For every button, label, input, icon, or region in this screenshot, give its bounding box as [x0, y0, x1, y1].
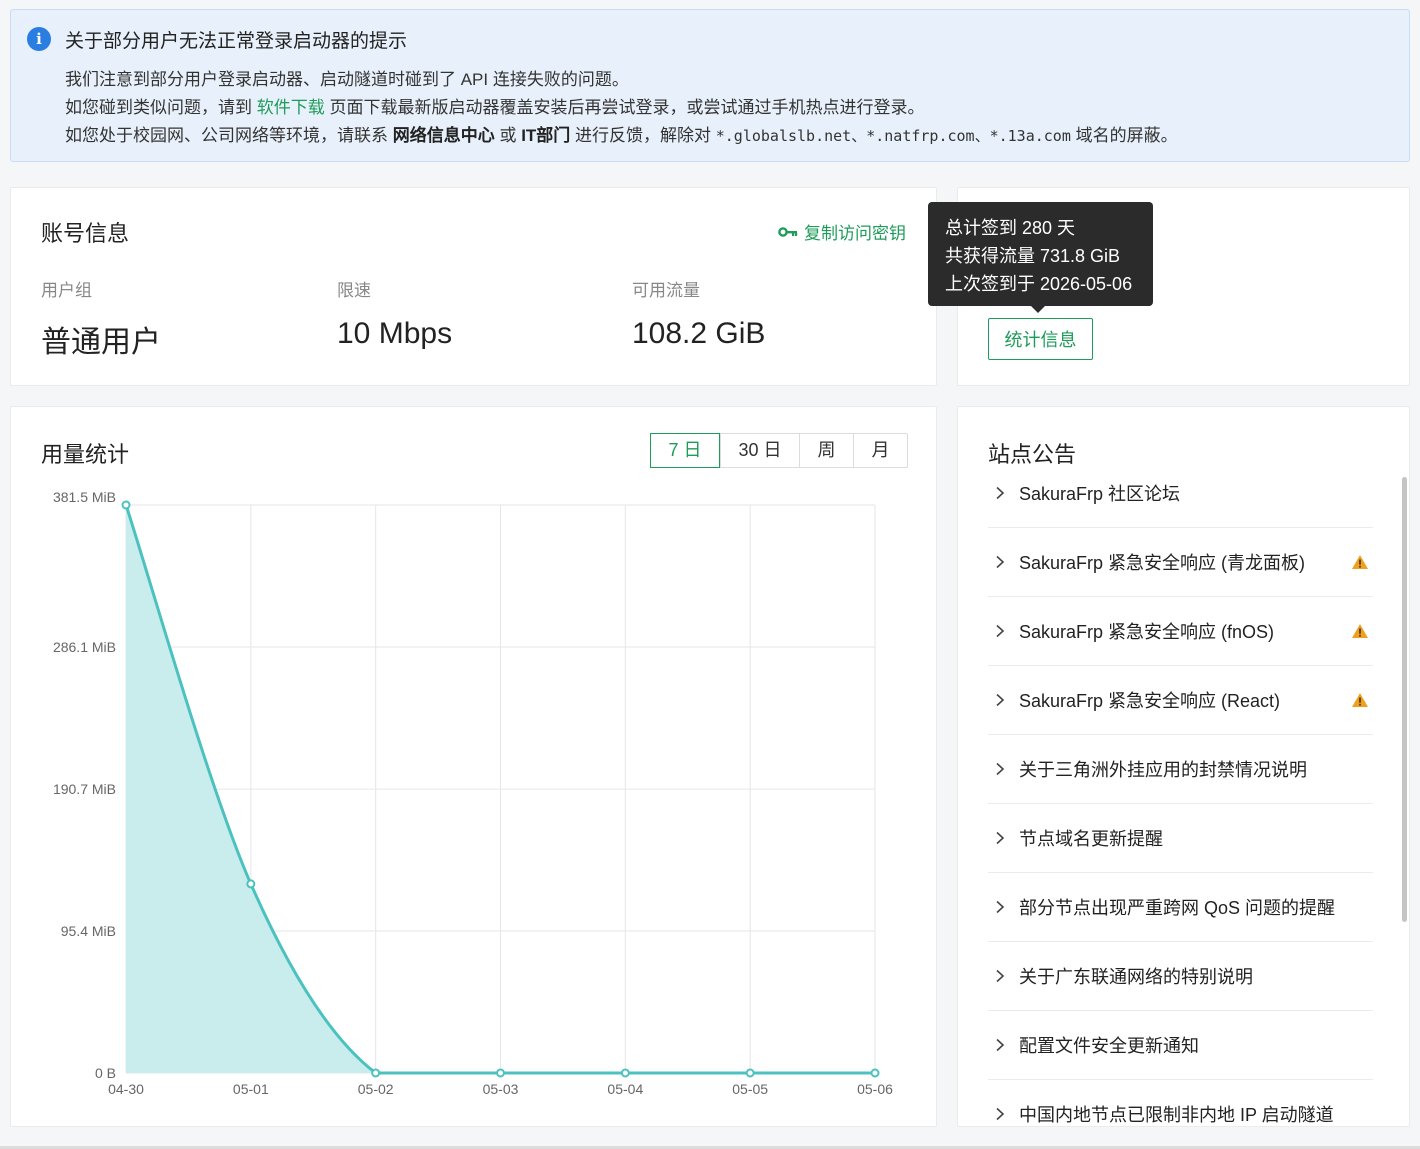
software-download-link[interactable]: 软件下载 [257, 98, 325, 117]
announcement-title: SakuraFrp 社区论坛 [1019, 484, 1181, 504]
x-tick-label: 05-01 [233, 1081, 269, 1097]
usage-stats-card: 用量统计 7 日 30 日 周 月 381.5 MiB 286.1 MiB 190.… [10, 406, 937, 1127]
announcement-item[interactable]: 部分节点出现严重跨网 QoS 问题的提醒 [988, 873, 1373, 942]
announcement-item[interactable]: 节点域名更新提醒 [988, 804, 1373, 873]
stat-speed-limit: 限速 10 Mbps [337, 281, 453, 350]
chevron-right-icon [996, 1107, 1005, 1121]
announcement-item[interactable]: 中国内地节点已限制非内地 IP 启动隧道 [988, 1080, 1373, 1126]
announcement-item[interactable]: SakuraFrp 紧急安全响应 (fnOS) [988, 597, 1373, 666]
x-tick-label: 05-03 [483, 1081, 519, 1097]
announcement-item[interactable]: 配置文件安全更新通知 [988, 1011, 1373, 1080]
warning-icon [1352, 624, 1368, 638]
announcement-title: SakuraFrp 紧急安全响应 (React) [1019, 691, 1281, 711]
notice-line-1: 我们注意到部分用户登录启动器、启动隧道时碰到了 API 连接失败的问题。 [65, 70, 629, 89]
warning-icon [1352, 693, 1368, 707]
usage-data-point [246, 879, 256, 889]
usage-data-point [745, 1068, 755, 1078]
y-tick-label: 381.5 MiB [53, 489, 116, 505]
account-info-title: 账号信息 [41, 221, 130, 246]
announcement-title: 关于广东联通网络的特别说明 [1019, 967, 1253, 987]
y-tick-label: 0 B [95, 1065, 116, 1081]
announcement-title: SakuraFrp 紧急安全响应 (青龙面板) [1019, 553, 1306, 573]
copy-access-key-button[interactable]: 复制访问密钥 [778, 219, 906, 244]
announcement-title: 部分节点出现严重跨网 QoS 问题的提醒 [1019, 898, 1336, 918]
notice-line-2: 如您碰到类似问题，请到 软件下载 页面下载最新版启动器覆盖安装后再尝试登录，或尝… [65, 98, 925, 117]
chevron-right-icon [996, 486, 1005, 500]
announcement-title: 节点域名更新提醒 [1019, 829, 1163, 849]
usage-data-point [121, 500, 131, 510]
copy-access-key-label: 复制访问密钥 [804, 224, 906, 243]
x-tick-label: 05-06 [857, 1081, 893, 1097]
chevron-right-icon [996, 831, 1005, 845]
announcements-scrollbar[interactable] [1402, 477, 1407, 922]
y-tick-label: 190.7 MiB [53, 781, 116, 797]
announcement-title: 中国内地节点已限制非内地 IP 启动隧道 [1019, 1105, 1334, 1125]
usage-data-point [870, 1068, 880, 1078]
chevron-right-icon [996, 555, 1005, 569]
chevron-right-icon [996, 762, 1005, 776]
usage-data-point [620, 1068, 630, 1078]
announcements-card: 站点公告 SakuraFrp 社区论坛 SakuraFrp 紧急安全响应 (青龙面… [957, 406, 1410, 1127]
announcement-title: SakuraFrp 紧急安全响应 (fnOS) [1019, 622, 1275, 642]
y-tick-label: 286.1 MiB [53, 639, 116, 655]
account-info-card: 账号信息 复制访问密钥 用户组 普通用户 限速 10 Mbps 可用流量 108… [10, 187, 937, 386]
usage-chart: 381.5 MiB 286.1 MiB 190.7 MiB 95.4 MiB 0 B04… [53, 489, 893, 1097]
chevron-right-icon [996, 900, 1005, 914]
x-tick-label: 05-04 [607, 1081, 643, 1097]
announcement-item[interactable]: 关于三角洲外挂应用的封禁情况说明 [988, 735, 1373, 804]
announcement-item[interactable]: 关于广东联通网络的特别说明 [988, 942, 1373, 1011]
x-tick-label: 05-02 [358, 1081, 394, 1097]
notice-banner: i 关于部分用户无法正常登录启动器的提示 我们注意到部分用户登录启动器、启动隧道… [10, 9, 1410, 162]
key-icon [778, 226, 798, 237]
chevron-right-icon [996, 1038, 1005, 1052]
usage-data-point [371, 1068, 381, 1078]
notice-line-3: 如您处于校园网、公司网络等环境，请联系 网络信息中心 或 IT部门 进行反馈，解… [65, 126, 1178, 145]
blocked-domains: *.globalslb.net、*.natfrp.com、*.13a.com [715, 127, 1071, 145]
announcement-title: 关于三角洲外挂应用的封禁情况说明 [1019, 760, 1307, 780]
info-icon: i [27, 27, 51, 51]
announcement-item[interactable]: SakuraFrp 社区论坛 [988, 459, 1373, 528]
x-tick-label: 05-05 [732, 1081, 768, 1097]
usage-data-point [496, 1068, 505, 1078]
announcement-title: 配置文件安全更新通知 [1019, 1036, 1199, 1056]
chevron-right-icon [996, 969, 1005, 983]
stat-available-traffic: 可用流量 108.2 GiB [632, 281, 766, 350]
warning-icon [1352, 555, 1368, 569]
signin-stats-tooltip: 总计签到 280 天 共获得流量 731.8 GiB 上次签到于 2026-05… [928, 202, 1153, 313]
notice-title: 关于部分用户无法正常登录启动器的提示 [65, 31, 408, 52]
y-tick-label: 95.4 MiB [61, 923, 116, 939]
statistics-button[interactable]: 统计信息 [988, 318, 1093, 360]
announcement-item[interactable]: SakuraFrp 紧急安全响应 (青龙面板) [988, 528, 1373, 597]
x-tick-label: 04-30 [108, 1081, 144, 1097]
announcement-item[interactable]: SakuraFrp 紧急安全响应 (React) [988, 666, 1373, 735]
chevron-right-icon [996, 624, 1005, 638]
stat-user-group: 用户组 普通用户 [41, 281, 161, 359]
chevron-right-icon [996, 693, 1005, 707]
announcement-list: SakuraFrp 社区论坛 SakuraFrp 紧急安全响应 (青龙面板) Sak… [988, 459, 1373, 1126]
